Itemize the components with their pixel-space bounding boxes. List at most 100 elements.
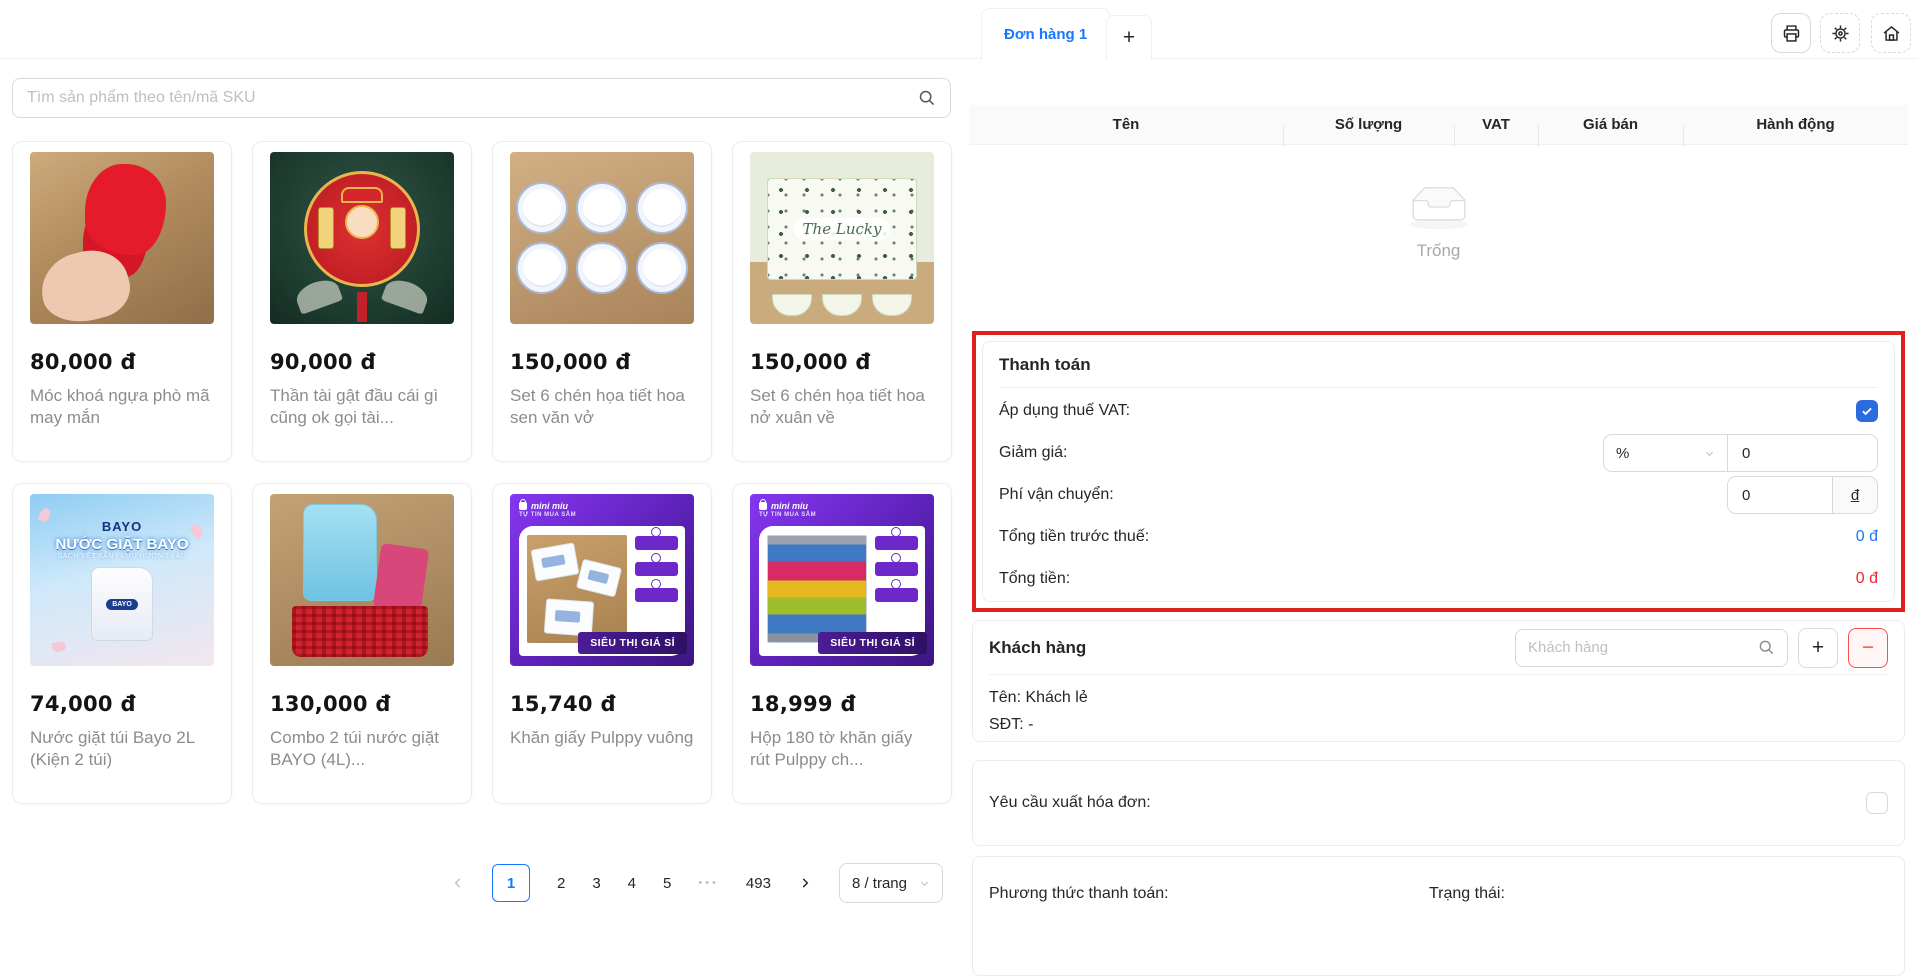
status-label: Trạng thái: <box>1429 885 1505 975</box>
product-card[interactable]: The Lucky 150,000 đ Set 6 chén họa tiết … <box>732 141 952 462</box>
customer-search-input[interactable] <box>1528 639 1758 656</box>
product-card[interactable]: mini miu TỰ TIN MUA SẮM SIÊU THỊ GIÁ SỈ … <box>732 483 952 804</box>
product-search-box <box>12 78 951 118</box>
pagination-page-1[interactable]: 1 <box>492 864 530 902</box>
column-header-name: Tên <box>969 116 1283 133</box>
column-header-price: Giá bán <box>1538 116 1683 133</box>
shipping-value-input[interactable] <box>1728 477 1832 513</box>
pagination-next-button[interactable] <box>798 876 812 890</box>
product-card[interactable]: BAYO NƯỚC GIẶT BAYO SẠCH VẾT BẨN - LƯU H… <box>12 483 232 804</box>
pagination-page-last[interactable]: 493 <box>746 875 771 892</box>
gear-icon <box>1830 23 1851 44</box>
discount-unit-select[interactable]: % <box>1604 435 1727 471</box>
pagination-page-4[interactable]: 4 <box>628 875 636 892</box>
subtotal-label: Tổng tiền trước thuế: <box>999 528 1149 546</box>
order-table-empty-state: Trống <box>969 145 1908 331</box>
product-image-banner: SIÊU THỊ GIÁ SỈ <box>818 632 927 654</box>
checkmark-icon <box>1860 404 1874 418</box>
product-name: Khăn giấy Pulppy vuông <box>510 727 694 773</box>
home-button[interactable] <box>1871 13 1911 53</box>
discount-unit-value: % <box>1616 445 1629 462</box>
product-name: Combo 2 túi nước giặt BAYO (4L)... <box>270 727 454 773</box>
payment-method-section: Phương thức thanh toán: Trạng thái: <box>972 856 1905 976</box>
product-image-red-horse-keychain <box>30 152 214 324</box>
add-order-tab-button[interactable]: + <box>1106 15 1152 60</box>
top-bar: Đơn hàng 1 + <box>0 0 1918 59</box>
search-icon <box>918 89 936 107</box>
subtotal-value: 0 đ <box>1856 528 1878 546</box>
vat-label: Áp dụng thuế VAT: <box>999 402 1130 420</box>
column-header-vat: VAT <box>1454 116 1538 133</box>
product-image-caption: The Lucky <box>794 218 891 240</box>
product-image-brand-small: BAYO <box>106 599 138 610</box>
product-card[interactable]: 80,000 đ Móc khoá ngựa phò mã may mắn <box>12 141 232 462</box>
product-image-pulppy-box-promo: mini miu TỰ TIN MUA SẮM SIÊU THỊ GIÁ SỈ <box>750 494 934 666</box>
vat-checkbox[interactable] <box>1856 400 1878 422</box>
pagination-prev-button[interactable] <box>451 876 465 890</box>
chevron-down-icon <box>1704 448 1715 459</box>
customer-phone: SĐT: - <box>989 711 1888 738</box>
plus-icon: + <box>1123 26 1135 50</box>
product-price: 90,000 đ <box>270 350 454 374</box>
column-header-quantity: Số lượng <box>1283 116 1454 133</box>
discount-input-group: % <box>1603 434 1878 472</box>
bag-icon <box>519 502 527 510</box>
product-image-tagline: TỰ TIN MUA SẮM <box>519 512 685 518</box>
product-price: 150,000 đ <box>510 350 694 374</box>
print-button[interactable] <box>1771 13 1811 53</box>
discount-value-input[interactable] <box>1728 435 1877 471</box>
invoice-request-label: Yêu cầu xuất hóa đơn: <box>989 794 1151 812</box>
product-image-pulppy-tissue-promo: mini miu TỰ TIN MUA SẮM SIÊU THỊ GIÁ SỈ <box>510 494 694 666</box>
shipping-currency-suffix: đ <box>1832 477 1877 513</box>
product-name: Thần tài gật đầu cái gì cũng ok gọi tài.… <box>270 385 454 431</box>
product-image-banner: SIÊU THỊ GIÁ SỈ <box>578 632 687 654</box>
tab-order-1[interactable]: Đơn hàng 1 <box>981 8 1110 60</box>
pagination: 1 2 3 4 5 ••• 493 8 / trang <box>451 863 943 903</box>
product-card[interactable]: 90,000 đ Thần tài gật đầu cái gì cũng ok… <box>252 141 472 462</box>
discount-label: Giảm giá: <box>999 444 1067 462</box>
tab-order-1-label: Đơn hàng 1 <box>1004 26 1087 43</box>
product-name: Nước giặt túi Bayo 2L (Kiện 2 túi) <box>30 727 214 773</box>
annotation-highlight-box: Thanh toán Áp dụng thuế VAT: Giảm giá: % <box>972 331 1905 612</box>
product-name: Set 6 chén họa tiết hoa nở xuân về <box>750 385 934 431</box>
product-search-input[interactable] <box>27 89 918 107</box>
product-name: Móc khoá ngựa phò mã may mắn <box>30 385 214 431</box>
empty-label: Trống <box>1417 241 1461 261</box>
page-size-select[interactable]: 8 / trang <box>839 863 943 903</box>
product-card[interactable]: mini miu TỰ TIN MUA SẮM SIÊU THỊ GIÁ SỈ … <box>492 483 712 804</box>
page-size-value: 8 / trang <box>852 875 907 892</box>
settings-button[interactable] <box>1820 13 1860 53</box>
pagination-page-3[interactable]: 3 <box>592 875 600 892</box>
pagination-ellipsis[interactable]: ••• <box>698 877 719 889</box>
pagination-page-5[interactable]: 5 <box>663 875 671 892</box>
product-price: 80,000 đ <box>30 350 214 374</box>
invoice-request-section: Yêu cầu xuất hóa đơn: <box>972 760 1905 846</box>
product-name: Hộp 180 tờ khăn giấy rút Pulppy ch... <box>750 727 934 773</box>
empty-inbox-icon <box>1403 185 1475 231</box>
payment-section: Thanh toán Áp dụng thuế VAT: Giảm giá: % <box>982 341 1895 602</box>
product-price: 74,000 đ <box>30 692 214 716</box>
order-table-header: Tên Số lượng VAT Giá bán Hành động <box>969 105 1908 145</box>
add-customer-button[interactable]: + <box>1798 628 1838 668</box>
customer-section: Khách hàng + − Tên: Khách lẻ SĐT: - <box>972 620 1905 742</box>
product-image-brand: BAYO <box>102 519 142 534</box>
product-image-bayo-detergent-ad: BAYO NƯỚC GIẶT BAYO SẠCH VẾT BẨN - LƯU H… <box>30 494 214 666</box>
bag-icon <box>759 502 767 510</box>
invoice-request-checkbox[interactable] <box>1866 792 1888 814</box>
product-image-store: mini miu <box>771 501 808 511</box>
minus-icon: − <box>1862 636 1874 660</box>
product-card[interactable]: 130,000 đ Combo 2 túi nước giặt BAYO (4L… <box>252 483 472 804</box>
search-icon <box>1758 639 1775 656</box>
customer-name: Tên: Khách lẻ <box>989 684 1888 711</box>
payment-title: Thanh toán <box>999 342 1878 388</box>
product-name: Set 6 chén họa tiết hoa sen văn vở <box>510 385 694 431</box>
product-price: 15,740 đ <box>510 692 694 716</box>
remove-customer-button[interactable]: − <box>1848 628 1888 668</box>
pagination-page-2[interactable]: 2 <box>557 875 565 892</box>
product-image-title: NƯỚC GIẶT BAYO <box>55 536 188 553</box>
product-grid: 80,000 đ Móc khoá ngựa phò mã may mắn 90… <box>12 141 952 804</box>
chevron-down-icon <box>919 878 930 889</box>
plus-icon: + <box>1812 636 1824 660</box>
column-header-action: Hành động <box>1683 116 1908 133</box>
product-card[interactable]: 150,000 đ Set 6 chén họa tiết hoa sen vă… <box>492 141 712 462</box>
